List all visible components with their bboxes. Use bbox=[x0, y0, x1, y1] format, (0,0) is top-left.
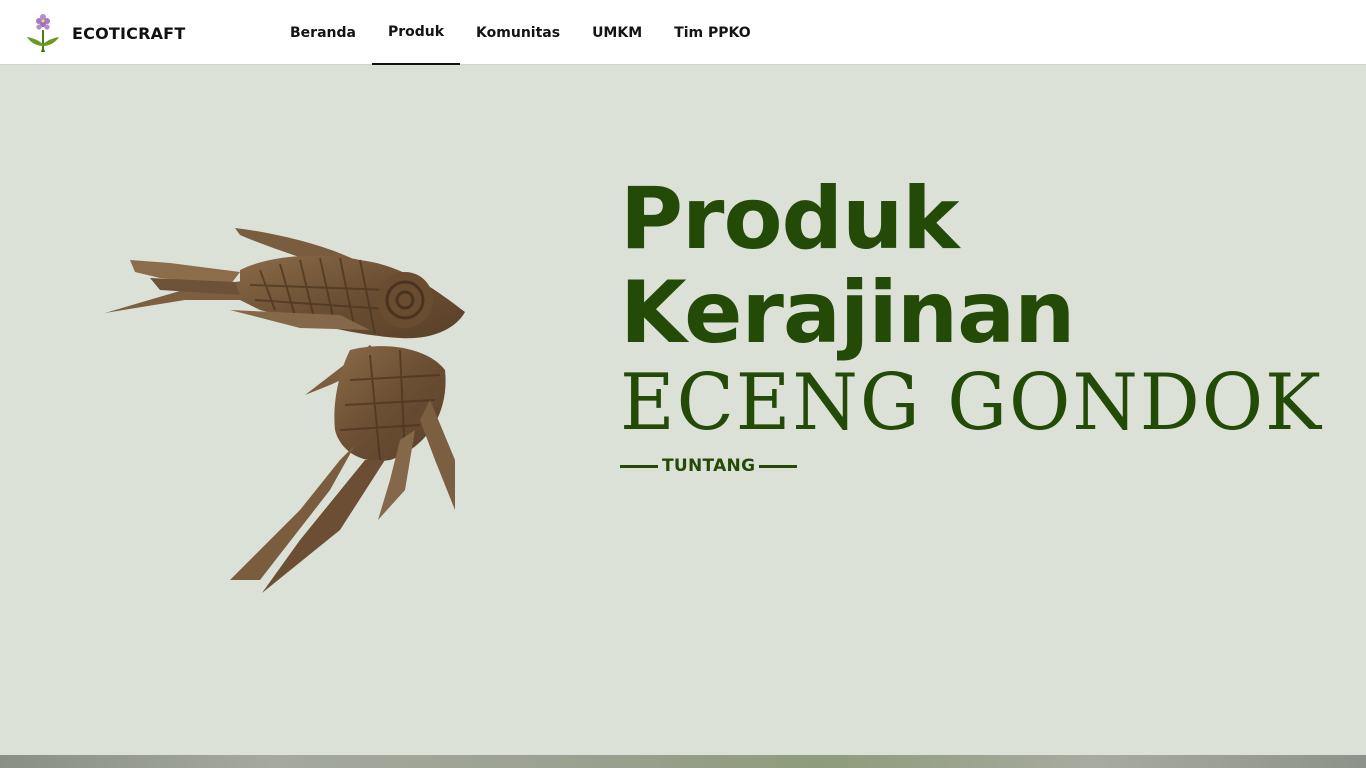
headline-line-kerajinan: Kerajinan bbox=[620, 263, 1075, 363]
location-tag: TUNTANG bbox=[620, 456, 798, 476]
location-tag-text: TUNTANG bbox=[662, 456, 756, 476]
hero-headline: Produk Kerajinan ECENG GONDOK bbox=[620, 172, 1352, 448]
woven-bird-craft-image bbox=[105, 228, 465, 593]
brand-name: ECOTICRAFT bbox=[72, 23, 186, 43]
tag-line-right bbox=[759, 464, 798, 468]
navbar: ECOTICRAFT Beranda Produk Komunitas UMKM… bbox=[0, 0, 1366, 65]
brand[interactable]: ECOTICRAFT bbox=[24, 12, 185, 54]
nav-link-produk[interactable]: Produk bbox=[371, 0, 461, 65]
nav-link-umkm[interactable]: UMKM bbox=[576, 0, 658, 65]
nav-link-beranda[interactable]: Beranda bbox=[274, 0, 372, 65]
headline-line-produk: Produk bbox=[620, 169, 960, 269]
tag-line-left bbox=[620, 464, 658, 468]
main-nav: Beranda Produk Komunitas UMKM Tim PPKO bbox=[274, 0, 767, 65]
next-section-image-strip bbox=[0, 755, 1366, 768]
nav-link-tim-ppko[interactable]: Tim PPKO bbox=[658, 0, 766, 65]
water-hyacinth-flower-icon bbox=[27, 14, 59, 52]
headline-line-eceng-gondok: ECENG GONDOK bbox=[620, 358, 1323, 448]
nav-link-komunitas[interactable]: Komunitas bbox=[460, 0, 576, 65]
